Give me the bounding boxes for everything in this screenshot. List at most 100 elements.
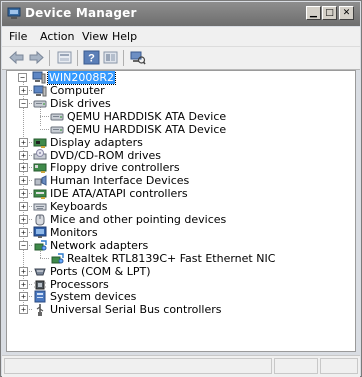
scan-hardware-icon[interactable] — [129, 50, 146, 65]
menu-help[interactable]: Help — [112, 30, 137, 43]
expand-icon[interactable]: + — [19, 266, 28, 276]
status-pane-2 — [274, 358, 318, 374]
close-icon: ✕ — [342, 8, 351, 18]
forward-arrow-icon[interactable] — [28, 50, 45, 65]
disk-drive-icon — [33, 100, 47, 108]
network-adapter-icon — [34, 240, 47, 251]
window-title: Device Manager — [25, 6, 137, 20]
dvd-drive-icon — [33, 148, 47, 159]
toolbar-separator — [49, 50, 50, 66]
collapse-icon[interactable]: − — [19, 98, 28, 108]
port-icon — [34, 268, 46, 276]
tree-device-label: QEMU HARDDISK ATA Device — [67, 122, 227, 136]
device-manager-icon — [7, 7, 21, 21]
hid-icon — [34, 175, 47, 187]
expand-icon[interactable]: + — [19, 202, 28, 212]
tree-device-label: QEMU HARDDISK ATA Device — [67, 109, 227, 123]
menu-action[interactable]: Action — [40, 30, 74, 43]
menu-file[interactable]: File — [9, 30, 27, 43]
tree-category-label: Ports (COM & LPT) — [50, 264, 151, 278]
tree-category-label: Processors — [50, 277, 109, 291]
tree-category[interactable]: + Computer — [14, 84, 354, 97]
tree-category-label: Monitors — [50, 225, 98, 239]
tree-category-label: Computer — [50, 84, 105, 97]
expand-icon[interactable]: + — [19, 150, 28, 160]
system-device-icon — [34, 290, 46, 303]
tree-category[interactable]: + Keyboards — [14, 200, 354, 213]
expand-icon[interactable]: + — [19, 215, 28, 224]
tree-device[interactable]: QEMU HARDDISK ATA Device — [31, 110, 351, 123]
tree-category[interactable]: + DVD/CD-ROM drives — [14, 148, 354, 162]
network-adapter-icon — [51, 252, 64, 264]
ide-controller-icon — [33, 189, 47, 200]
maximize-icon: □ — [325, 8, 334, 18]
tree-category[interactable]: + Human Interface Devices — [14, 174, 354, 187]
expand-icon[interactable]: + — [19, 176, 28, 186]
tree-category[interactable]: + IDE ATA/ATAPI controllers — [14, 187, 354, 200]
tree-category-label: IDE ATA/ATAPI controllers — [50, 187, 188, 201]
tree-device[interactable]: Realtek RTL8139C+ Fast Ethernet NIC — [31, 252, 351, 265]
tree-category[interactable]: + Processors — [14, 278, 354, 291]
computer-icon — [33, 85, 47, 97]
expand-icon[interactable]: + — [19, 163, 28, 173]
tree-category-label: Universal Serial Bus controllers — [50, 303, 222, 317]
disk-drive-icon — [50, 126, 64, 134]
expand-icon[interactable]: + — [19, 189, 28, 199]
usb-controller-icon — [36, 304, 44, 317]
tree-category-label: Keyboards — [50, 200, 108, 214]
status-pane-main — [4, 358, 272, 374]
back-arrow-icon[interactable] — [8, 50, 25, 65]
tree-category[interactable]: − Disk drives — [14, 97, 354, 110]
tree-category[interactable]: + Universal Serial Bus controllers — [14, 303, 354, 317]
tree-root-label: WIN2008R2 — [47, 71, 116, 85]
tree-connector — [40, 128, 49, 130]
minimize-button[interactable]: ▁ — [306, 6, 321, 20]
tree-category-label: DVD/CD-ROM drives — [50, 148, 161, 162]
tree-connector — [40, 257, 49, 259]
tree-root[interactable]: − WIN2008R2 — [14, 71, 354, 85]
title-bar[interactable]: Device Manager ▁ □ ✕ — [2, 2, 360, 26]
expand-icon[interactable]: + — [19, 137, 28, 147]
status-pane-3 — [320, 358, 358, 374]
toolbar: ? — [2, 47, 360, 70]
tree-category[interactable]: + Floppy drive controllers — [14, 161, 354, 174]
disk-drive-icon — [50, 113, 64, 121]
tree-category[interactable]: + Ports (COM & LPT) — [14, 265, 354, 278]
toolbar-separator — [77, 50, 78, 66]
svg-text:?: ? — [88, 53, 95, 65]
tree-device[interactable]: QEMU HARDDISK ATA Device — [31, 123, 351, 136]
help-icon[interactable]: ? — [83, 50, 100, 65]
action-view-icon[interactable] — [102, 50, 119, 65]
maximize-button[interactable]: □ — [322, 6, 337, 20]
tree-category-label: Human Interface Devices — [50, 174, 190, 188]
expand-icon[interactable]: + — [19, 292, 28, 302]
keyboard-icon — [33, 203, 47, 211]
tree-category[interactable]: + Display adapters — [14, 136, 354, 149]
tree-category[interactable]: + Monitors — [14, 226, 354, 239]
tree-category[interactable]: − Network adapters — [14, 239, 354, 252]
collapse-icon[interactable]: − — [19, 240, 28, 250]
tree-category-label: Floppy drive controllers — [50, 161, 180, 175]
collapse-icon[interactable]: − — [18, 73, 27, 82]
tree-category[interactable]: + System devices — [14, 290, 354, 303]
device-manager-window: Device Manager ▁ □ ✕ File Action View He… — [0, 0, 362, 377]
expand-icon[interactable]: + — [19, 227, 28, 237]
tree-connector — [40, 115, 49, 117]
mouse-icon — [35, 214, 45, 226]
expand-icon[interactable]: + — [19, 86, 28, 95]
tree-category[interactable]: + Mice and other pointing devices — [14, 213, 354, 226]
tree-category-label: Display adapters — [50, 135, 143, 149]
device-tree[interactable]: − WIN2008R2 + Computer − Disk drives QEMU HA… — [6, 70, 356, 352]
toolbar-separator — [123, 50, 124, 66]
status-bar — [2, 355, 360, 377]
menu-bar: File Action View Help — [2, 27, 360, 47]
tree-category-label: Network adapters — [50, 238, 149, 252]
properties-view-icon[interactable] — [56, 50, 73, 65]
minimize-icon: ▁ — [310, 8, 317, 18]
tree-category-label: System devices — [50, 290, 137, 304]
processor-icon — [34, 280, 46, 289]
expand-icon[interactable]: + — [19, 305, 28, 315]
close-button[interactable]: ✕ — [339, 6, 354, 20]
menu-view[interactable]: View — [82, 30, 108, 43]
expand-icon[interactable]: + — [19, 279, 28, 289]
